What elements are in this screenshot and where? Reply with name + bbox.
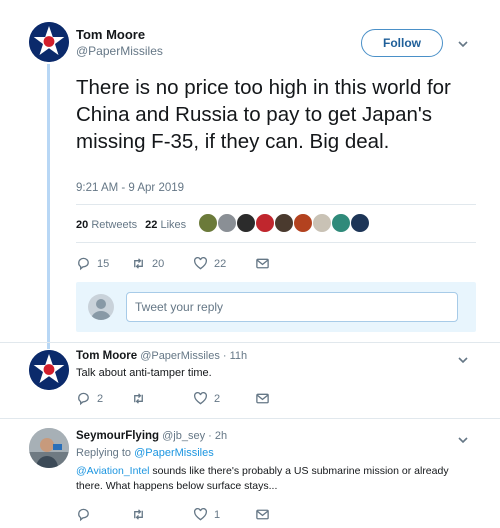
engagement-stats: 20 Retweets 22 Likes xyxy=(76,219,186,231)
avatar[interactable] xyxy=(236,213,256,233)
author-meta[interactable]: @PaperMissiles · 11h xyxy=(140,350,247,362)
avatar[interactable] xyxy=(293,213,313,233)
divider xyxy=(0,418,500,419)
thread-line xyxy=(47,64,50,349)
avatar[interactable] xyxy=(29,428,69,468)
retweet-count: 20 xyxy=(152,257,165,270)
avatar[interactable] xyxy=(255,213,275,233)
reply-action[interactable] xyxy=(76,507,131,522)
replying-to-link[interactable]: @PaperMissiles xyxy=(134,447,214,459)
chevron-down-icon[interactable] xyxy=(457,354,469,366)
reply-action[interactable]: 15 xyxy=(76,256,131,271)
avatar[interactable] xyxy=(217,213,237,233)
like-icon xyxy=(194,507,207,521)
tweet-text: There is no price too high in this world… xyxy=(76,76,451,153)
like-action[interactable]: 2 xyxy=(193,391,255,406)
reply-composer: Tweet your reply xyxy=(76,282,476,332)
retweet-action[interactable] xyxy=(131,507,193,522)
like-icon xyxy=(194,256,207,270)
retweet-icon xyxy=(134,509,143,520)
reply-icon xyxy=(78,392,89,406)
reply-icon xyxy=(78,257,89,271)
user-avatar xyxy=(88,294,114,320)
chevron-down-icon[interactable] xyxy=(457,38,469,50)
message-icon xyxy=(256,509,269,520)
likes-stat[interactable]: 22 Likes xyxy=(145,219,186,231)
message-action[interactable] xyxy=(255,256,270,271)
reply-count: 2 xyxy=(97,392,104,405)
retweet-action[interactable]: 20 xyxy=(131,256,193,271)
reply-text: @Aviation_Intel sounds like there's prob… xyxy=(76,465,449,492)
reply-icon xyxy=(78,508,89,522)
avatar[interactable] xyxy=(29,350,69,390)
chevron-down-icon[interactable] xyxy=(457,434,469,446)
divider xyxy=(76,242,476,243)
tweet-timestamp[interactable]: 9:21 AM - 9 Apr 2019 xyxy=(76,182,184,194)
author-handle[interactable]: @PaperMissiles xyxy=(76,44,163,58)
reply-text: Talk about anti-tamper time. xyxy=(76,367,212,379)
author-name[interactable]: Tom Moore xyxy=(76,27,145,42)
divider xyxy=(76,204,476,205)
like-action[interactable]: 22 xyxy=(193,256,255,271)
liker-avatars xyxy=(198,213,370,233)
divider xyxy=(0,342,500,343)
retweets-stat[interactable]: 20 Retweets xyxy=(76,219,137,231)
retweet-icon xyxy=(134,393,143,404)
avatar[interactable] xyxy=(331,213,351,233)
avatar[interactable] xyxy=(29,22,69,62)
avatar[interactable] xyxy=(274,213,294,233)
replying-to: Replying to @PaperMissiles xyxy=(76,447,214,459)
message-action[interactable] xyxy=(255,507,270,522)
follow-button[interactable]: Follow xyxy=(361,29,443,57)
avatar[interactable] xyxy=(312,213,332,233)
reply-header: Tom Moore @PaperMissiles · 11h xyxy=(76,350,247,362)
retweet-icon xyxy=(134,258,143,269)
like-count: 22 xyxy=(214,257,227,270)
like-count: 1 xyxy=(214,508,221,521)
author-name[interactable]: SeymourFlying xyxy=(76,430,159,442)
like-icon xyxy=(194,391,207,405)
reply-input[interactable]: Tweet your reply xyxy=(126,292,458,322)
avatar[interactable] xyxy=(350,213,370,233)
like-action[interactable]: 1 xyxy=(193,507,255,522)
retweet-action[interactable] xyxy=(131,391,193,406)
reply-header: SeymourFlying @jb_sey · 2h xyxy=(76,430,227,442)
reply-action[interactable]: 2 xyxy=(76,391,131,406)
tweet-actions: 2 2 xyxy=(76,391,270,406)
message-icon xyxy=(256,258,269,269)
mention-link[interactable]: @Aviation_Intel xyxy=(76,465,150,477)
like-count: 2 xyxy=(214,392,221,405)
author-meta[interactable]: @jb_sey · 2h xyxy=(162,430,227,442)
message-action[interactable] xyxy=(255,391,270,406)
reply-count: 15 xyxy=(97,257,110,270)
author-name[interactable]: Tom Moore xyxy=(76,350,137,362)
avatar[interactable] xyxy=(198,213,218,233)
tweet-actions: 1 xyxy=(76,507,270,522)
tweet-actions: 15 20 22 xyxy=(76,256,270,271)
message-icon xyxy=(256,393,269,404)
